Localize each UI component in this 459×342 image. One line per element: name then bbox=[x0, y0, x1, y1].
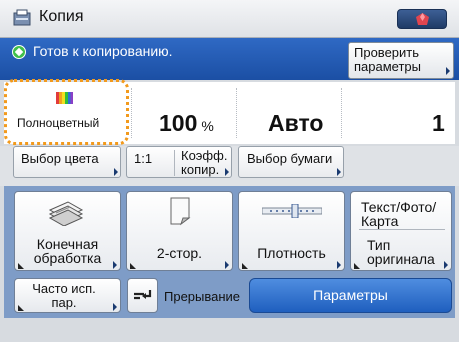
chevron-right-icon bbox=[446, 67, 450, 75]
divider bbox=[236, 88, 237, 138]
corner-mark-icon bbox=[130, 263, 136, 269]
chevron-right-icon bbox=[225, 168, 229, 176]
full-color-icon bbox=[56, 92, 73, 104]
app-title: Копия bbox=[39, 8, 84, 25]
corner-mark-icon bbox=[18, 305, 24, 311]
one-to-one-button[interactable]: 1:1 bbox=[134, 152, 152, 166]
corner-mark-icon bbox=[18, 263, 24, 269]
finishing-button[interactable]: Конечная обработка bbox=[14, 191, 121, 271]
status-monitor-icon bbox=[416, 13, 429, 25]
bottom-bar bbox=[0, 320, 459, 342]
chevron-right-icon bbox=[444, 261, 448, 269]
divider bbox=[174, 150, 175, 176]
finishing-icon bbox=[48, 201, 84, 226]
frequent-settings-label: Часто исп. пар. bbox=[32, 281, 96, 310]
density-label: Плотность bbox=[257, 245, 326, 261]
color-mode-display[interactable] bbox=[4, 79, 129, 145]
original-type-value: Текст/Фото/ Карта bbox=[361, 199, 437, 229]
color-select-label: Выбор цвета bbox=[21, 151, 99, 166]
chevron-right-icon bbox=[225, 261, 229, 269]
check-settings-label: Проверить параметры bbox=[354, 45, 421, 74]
density-button[interactable]: Плотность bbox=[238, 191, 345, 271]
paper-size-value: Авто bbox=[268, 110, 324, 136]
paper-select-label: Выбор бумаги bbox=[247, 151, 333, 166]
chevron-right-icon bbox=[337, 261, 341, 269]
status-monitor-button[interactable] bbox=[397, 9, 447, 29]
paper-select-button[interactable]: Выбор бумаги bbox=[238, 146, 344, 178]
copy-ratio-unit: % bbox=[201, 118, 214, 134]
copy-ratio-display: 100% bbox=[159, 110, 214, 137]
original-type-label: Тип оригинала bbox=[367, 237, 435, 267]
chevron-right-icon bbox=[337, 168, 341, 176]
divider bbox=[359, 229, 445, 230]
divider bbox=[341, 88, 342, 138]
original-type-button[interactable]: Текст/Фото/ Карта Тип оригинала bbox=[350, 191, 452, 271]
copies-count: 1 bbox=[432, 110, 445, 136]
corner-mark-icon bbox=[242, 263, 248, 269]
copy-ratio-value: 100 bbox=[159, 110, 198, 136]
chevron-right-icon bbox=[113, 303, 117, 311]
frequent-settings-button[interactable]: Часто исп. пар. bbox=[14, 278, 121, 313]
interrupt-icon bbox=[134, 290, 152, 300]
chevron-right-icon bbox=[114, 168, 118, 176]
two-sided-label: 2-стор. bbox=[156, 245, 203, 261]
zoom-ratio-group: 1:1 Коэфф. копир. bbox=[126, 146, 232, 178]
interrupt-button[interactable] bbox=[127, 278, 158, 313]
zoom-ratio-button[interactable]: Коэфф. копир. bbox=[181, 149, 227, 177]
options-button[interactable]: Параметры bbox=[249, 278, 452, 313]
density-slider-icon bbox=[262, 204, 322, 218]
ready-status-icon bbox=[12, 45, 26, 59]
chevron-right-icon bbox=[113, 261, 117, 269]
status-text: Готов к копированию. bbox=[33, 43, 173, 59]
color-mode-label: Полноцветный bbox=[17, 116, 100, 130]
two-sided-icon bbox=[170, 197, 191, 226]
corner-mark-icon bbox=[354, 263, 360, 269]
interrupt-label: Прерывание bbox=[164, 289, 241, 304]
color-select-button[interactable]: Выбор цвета bbox=[13, 146, 121, 178]
check-settings-button[interactable]: Проверить параметры bbox=[348, 42, 454, 79]
finishing-label: Конечная обработка bbox=[33, 236, 102, 266]
divider bbox=[131, 88, 132, 138]
options-label: Параметры bbox=[313, 287, 388, 303]
title-bar: Копия bbox=[0, 0, 459, 38]
two-sided-button[interactable]: 2-стор. bbox=[126, 191, 233, 271]
copy-app-icon bbox=[13, 9, 31, 26]
